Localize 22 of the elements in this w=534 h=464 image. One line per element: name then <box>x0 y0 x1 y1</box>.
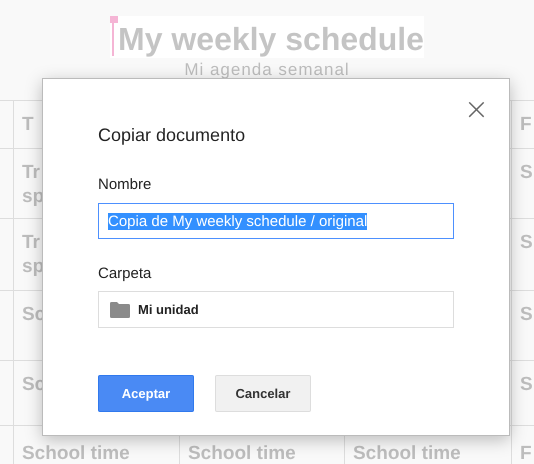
table-cell-text: S <box>520 231 533 255</box>
cancel-button[interactable]: Cancelar <box>215 375 311 412</box>
table-cell-text: F <box>520 113 532 137</box>
table-cell-text: S <box>520 373 533 397</box>
table-cell-text: School time <box>353 442 461 464</box>
dialog-title: Copiar documento <box>98 125 246 146</box>
close-button[interactable]: × <box>464 97 489 123</box>
table-cell-text: F <box>520 442 532 464</box>
table-cell-text: School time <box>22 442 130 464</box>
table-cell-text: School time <box>188 442 296 464</box>
document-subtitle: Mi agenda semanal <box>184 60 350 80</box>
folder-field[interactable]: Mi unidad <box>98 291 454 328</box>
field-label: Nombre <box>98 176 152 193</box>
document-title: My weekly schedule <box>118 20 424 59</box>
text-cursor-icon <box>110 16 118 56</box>
name-input-field[interactable]: Copia de My weekly schedule / original <box>98 203 454 239</box>
field-label: Carpeta <box>98 265 152 282</box>
accept-button[interactable]: Aceptar <box>98 375 194 412</box>
table-cell-text: T <box>22 113 34 137</box>
table-cell-text: S <box>520 303 533 327</box>
folder-icon <box>110 302 130 318</box>
table-cell-text: S <box>520 161 533 185</box>
